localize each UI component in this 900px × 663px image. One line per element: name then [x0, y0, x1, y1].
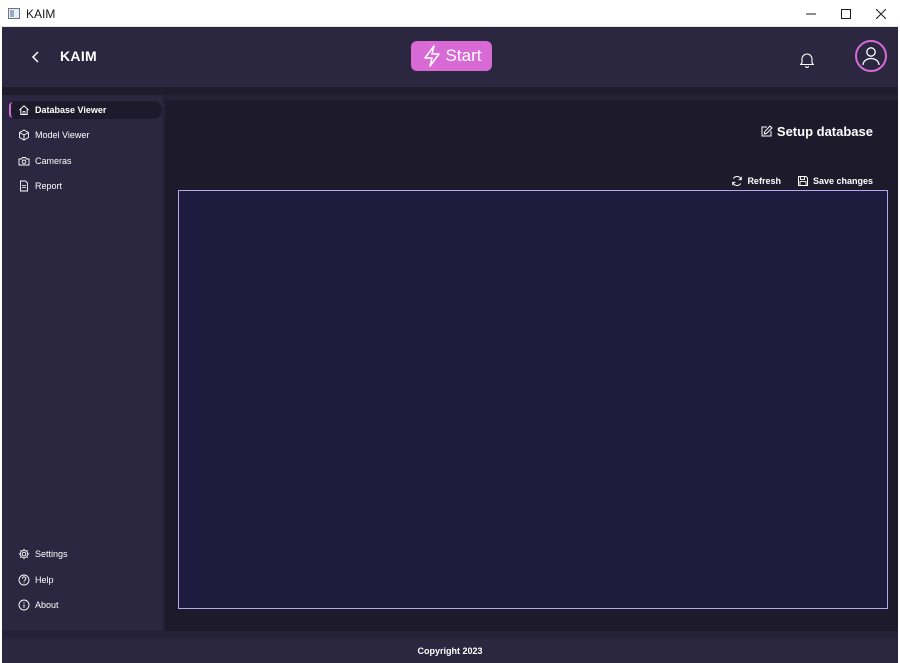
header-divider [2, 87, 898, 95]
sidebar-item-help[interactable]: Help [18, 571, 54, 589]
sidebar-item-database-viewer[interactable]: Database Viewer [9, 101, 162, 119]
sidebar-item-report[interactable]: Report [18, 177, 62, 195]
back-chevron-icon [31, 51, 39, 63]
copyright-text: Copyright 2023 [417, 646, 483, 656]
setup-database-label: Setup database [776, 124, 873, 139]
main-content: Setup database Refresh Save changes [165, 100, 898, 631]
user-avatar-button[interactable] [855, 40, 887, 72]
app-window-icon [8, 8, 20, 19]
setup-database-button[interactable]: Setup database [760, 124, 873, 139]
sidebar-item-label: Model Viewer [35, 130, 90, 140]
user-icon [862, 47, 880, 66]
start-button[interactable]: Start [411, 41, 492, 71]
app-header: KAIM Start [2, 27, 898, 87]
info-icon [18, 599, 30, 611]
sidebar: Database Viewer Model Viewer Cameras Rep… [2, 95, 162, 630]
sidebar-item-cameras[interactable]: Cameras [18, 152, 72, 170]
app-window: KAIM Start Database Viewer Model Viewer … [2, 27, 898, 663]
home-icon [19, 105, 29, 115]
action-bar: Refresh Save changes [731, 175, 873, 187]
sidebar-item-label: Cameras [35, 156, 72, 166]
sidebar-item-label: Help [35, 575, 54, 585]
sidebar-item-label: Database Viewer [35, 105, 107, 115]
save-icon [797, 176, 808, 186]
refresh-icon [732, 176, 743, 186]
sidebar-item-settings[interactable]: Settings [18, 545, 68, 563]
bell-icon [799, 53, 815, 68]
start-button-label: Start [445, 46, 482, 65]
back-button[interactable] [26, 47, 46, 67]
refresh-button[interactable]: Refresh [731, 175, 781, 187]
gear-icon [18, 548, 30, 560]
brand-title: KAIM [60, 48, 97, 64]
maximize-icon [841, 8, 851, 19]
save-changes-label: Save changes [812, 176, 873, 186]
cube-icon [19, 129, 29, 141]
minimize-icon [806, 13, 816, 14]
save-changes-button[interactable]: Save changes [797, 175, 873, 187]
sidebar-item-label: Settings [35, 549, 68, 559]
active-indicator [9, 102, 13, 118]
document-icon [20, 180, 28, 192]
edit-icon [761, 125, 773, 137]
window-title: KAIM [26, 7, 56, 21]
sidebar-item-about[interactable]: About [18, 596, 59, 614]
camera-icon [18, 157, 30, 166]
notifications-button[interactable] [798, 51, 816, 69]
sidebar-item-label: Report [35, 181, 63, 191]
help-icon [18, 574, 30, 586]
sidebar-item-model-viewer[interactable]: Model Viewer [18, 126, 89, 144]
database-viewer-panel[interactable] [178, 190, 888, 609]
lightning-icon [423, 45, 440, 67]
footer: Copyright 2023 [2, 639, 898, 663]
sidebar-item-label: About [35, 600, 59, 610]
close-icon [876, 8, 886, 19]
refresh-label: Refresh [747, 176, 781, 186]
close-button[interactable] [858, 0, 900, 27]
window-titlebar: KAIM [0, 0, 900, 27]
